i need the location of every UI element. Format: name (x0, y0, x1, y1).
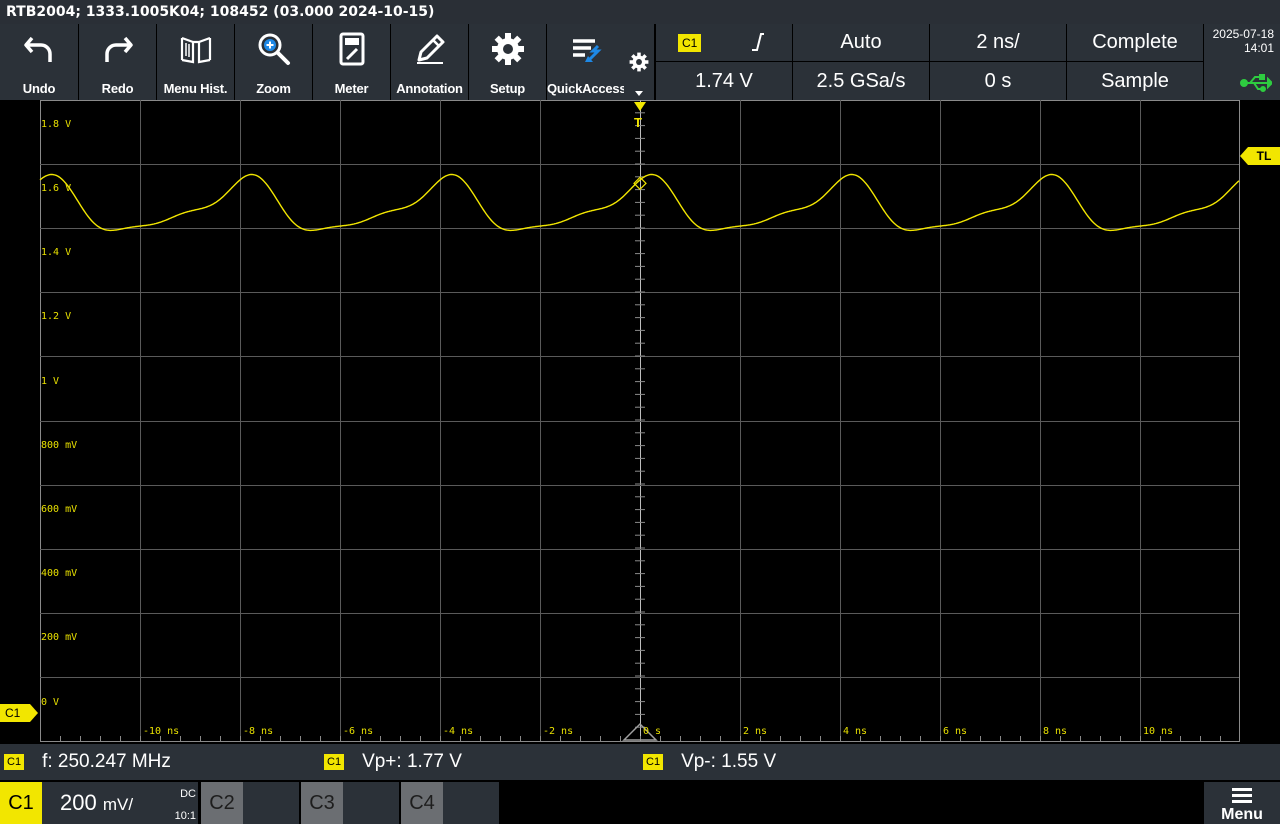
channel-1-coupling: DC (180, 788, 196, 800)
measurement-frequency[interactable]: C1 f: 250.247 MHz (4, 744, 171, 780)
trigger-source-cell[interactable]: C1 (656, 24, 792, 61)
instrument-title-bar: RTB2004; 1333.1005K04; 108452 (03.000 20… (0, 0, 1280, 24)
redo-icon (79, 32, 156, 66)
book-icon (157, 32, 234, 66)
y-axis-label: 1.4 V (41, 247, 72, 258)
measurement-source-tag: C1 (643, 754, 664, 770)
y-axis-label: 200 mV (41, 632, 78, 643)
quickaccess-label: QuickAccess (547, 81, 627, 96)
undo-icon (0, 32, 78, 66)
y-axis-label: 600 mV (41, 504, 78, 515)
measurement-negative-peak[interactable]: C1 Vp-: 1.55 V (643, 744, 776, 780)
waveform-display[interactable]: 1.8 V 1.6 V 1.4 V 1.2 V 1 V 800 mV 600 m… (0, 100, 1280, 744)
waveform-grid (39, 100, 1240, 742)
acquisition-mode-cell[interactable]: Sample (1067, 62, 1203, 100)
quickaccess-button[interactable]: QuickAccess (547, 24, 627, 100)
acquisition-state-cell[interactable]: Complete (1067, 24, 1203, 61)
setup-label: Setup (489, 81, 526, 96)
undo-button[interactable]: Undo (0, 24, 78, 100)
measurement-value: Vp+: 1.77 V (362, 751, 462, 772)
trigger-level-cell[interactable]: 1.74 V (656, 62, 792, 100)
x-axis-label: 4 ns (843, 726, 868, 737)
channel-offset-marker[interactable]: C1 (0, 704, 38, 722)
pencil-icon (391, 32, 468, 66)
x-axis-label: 10 ns (1143, 726, 1174, 737)
trigger-mode-cell[interactable]: Auto (793, 24, 929, 61)
time-scale-cell[interactable]: 2 ns/ (930, 24, 1066, 61)
y-axis-label: 1.2 V (41, 311, 72, 322)
x-axis-label: 0 s (643, 726, 662, 737)
time-text: 14:01 (1243, 41, 1274, 55)
measurement-source-tag: C1 (324, 754, 345, 770)
zoom-button[interactable]: Zoom (235, 24, 312, 100)
y-axis-label: 1 V (41, 376, 60, 387)
measurement-source-tag: C1 (4, 754, 25, 770)
channel-bar: C1 200 mV/ DC 10:1 C2 C3 C4 Menu (0, 780, 1280, 824)
quickaccess-icon (547, 32, 624, 66)
measurement-bar: C1 f: 250.247 MHz C1 Vp+: 1.77 V C1 Vp-:… (0, 744, 1280, 780)
measurement-positive-peak[interactable]: C1 Vp+: 1.77 V (324, 744, 462, 780)
measurement-value: Vp-: 1.55 V (681, 751, 777, 772)
toolbar-settings-button[interactable] (624, 24, 654, 100)
meter-button[interactable]: Meter (313, 24, 390, 100)
x-axis-label: -6 ns (343, 726, 374, 737)
y-axis-label: 0 V (41, 697, 60, 708)
hamburger-icon (1232, 788, 1252, 806)
trigger-source-tag: C1 (678, 34, 702, 52)
channel-1-name: C1 (0, 782, 42, 824)
channel-2-name: C2 (201, 782, 243, 824)
x-axis-label: 2 ns (743, 726, 768, 737)
trigger-arrow (634, 102, 646, 111)
rising-edge-icon (752, 33, 764, 51)
zoom-icon (235, 32, 312, 66)
redo-button[interactable]: Redo (79, 24, 156, 100)
annotation-button[interactable]: Annotation (391, 24, 468, 100)
x-axis-label: -8 ns (243, 726, 274, 737)
sample-rate-cell[interactable]: 2.5 GSa/s (793, 62, 929, 100)
menu-history-label: Menu Hist. (163, 81, 228, 96)
x-axis-label: -4 ns (443, 726, 474, 737)
channel-1-probe-ratio: 10:1 (174, 810, 196, 822)
date-text: 2025-07-18 (1212, 27, 1274, 41)
gear-icon (469, 32, 546, 66)
measurement-value: f: 250.247 MHz (42, 751, 171, 772)
expand-down-icon (635, 91, 643, 96)
trigger-position-marker[interactable]: T (634, 115, 642, 130)
x-axis-label: -2 ns (543, 726, 574, 737)
annotation-label: Annotation (396, 81, 463, 96)
channel-3-name: C3 (301, 782, 343, 824)
small-gear-icon (629, 52, 649, 72)
y-axis-label: 1.6 V (41, 183, 72, 194)
channel-offset-label: C1 (0, 704, 30, 722)
date-time-box: 2025-07-18 14:01 (1204, 24, 1280, 100)
y-axis-label: 400 mV (41, 568, 78, 579)
trigger-level-marker-label: TL (1248, 147, 1280, 165)
usb-icon (1240, 74, 1272, 92)
trigger-level-marker[interactable]: TL (1240, 147, 1280, 165)
x-axis-label: 8 ns (1043, 726, 1068, 737)
channel-1-scale: 200 mV/ (60, 790, 134, 815)
time-position-cell[interactable]: 0 s (930, 62, 1066, 100)
meter-icon (313, 32, 390, 66)
x-axis-label: 6 ns (943, 726, 968, 737)
toolbar: Undo Redo Menu Hist. Zoom Meter Annotati… (0, 24, 1280, 100)
menu-history-button[interactable]: Menu Hist. (157, 24, 234, 100)
setup-button[interactable]: Setup (469, 24, 546, 100)
undo-label: Undo (22, 81, 56, 96)
channel-4-name: C4 (401, 782, 443, 824)
x-axis-label: -10 ns (143, 726, 180, 737)
redo-label: Redo (101, 81, 134, 96)
y-axis-label: 800 mV (41, 440, 78, 451)
zoom-label: Zoom (256, 81, 291, 96)
y-axis-label: 1.8 V (41, 119, 72, 130)
menu-button[interactable]: Menu (1204, 782, 1280, 824)
meter-label: Meter (334, 81, 369, 96)
menu-label: Menu (1221, 806, 1263, 823)
